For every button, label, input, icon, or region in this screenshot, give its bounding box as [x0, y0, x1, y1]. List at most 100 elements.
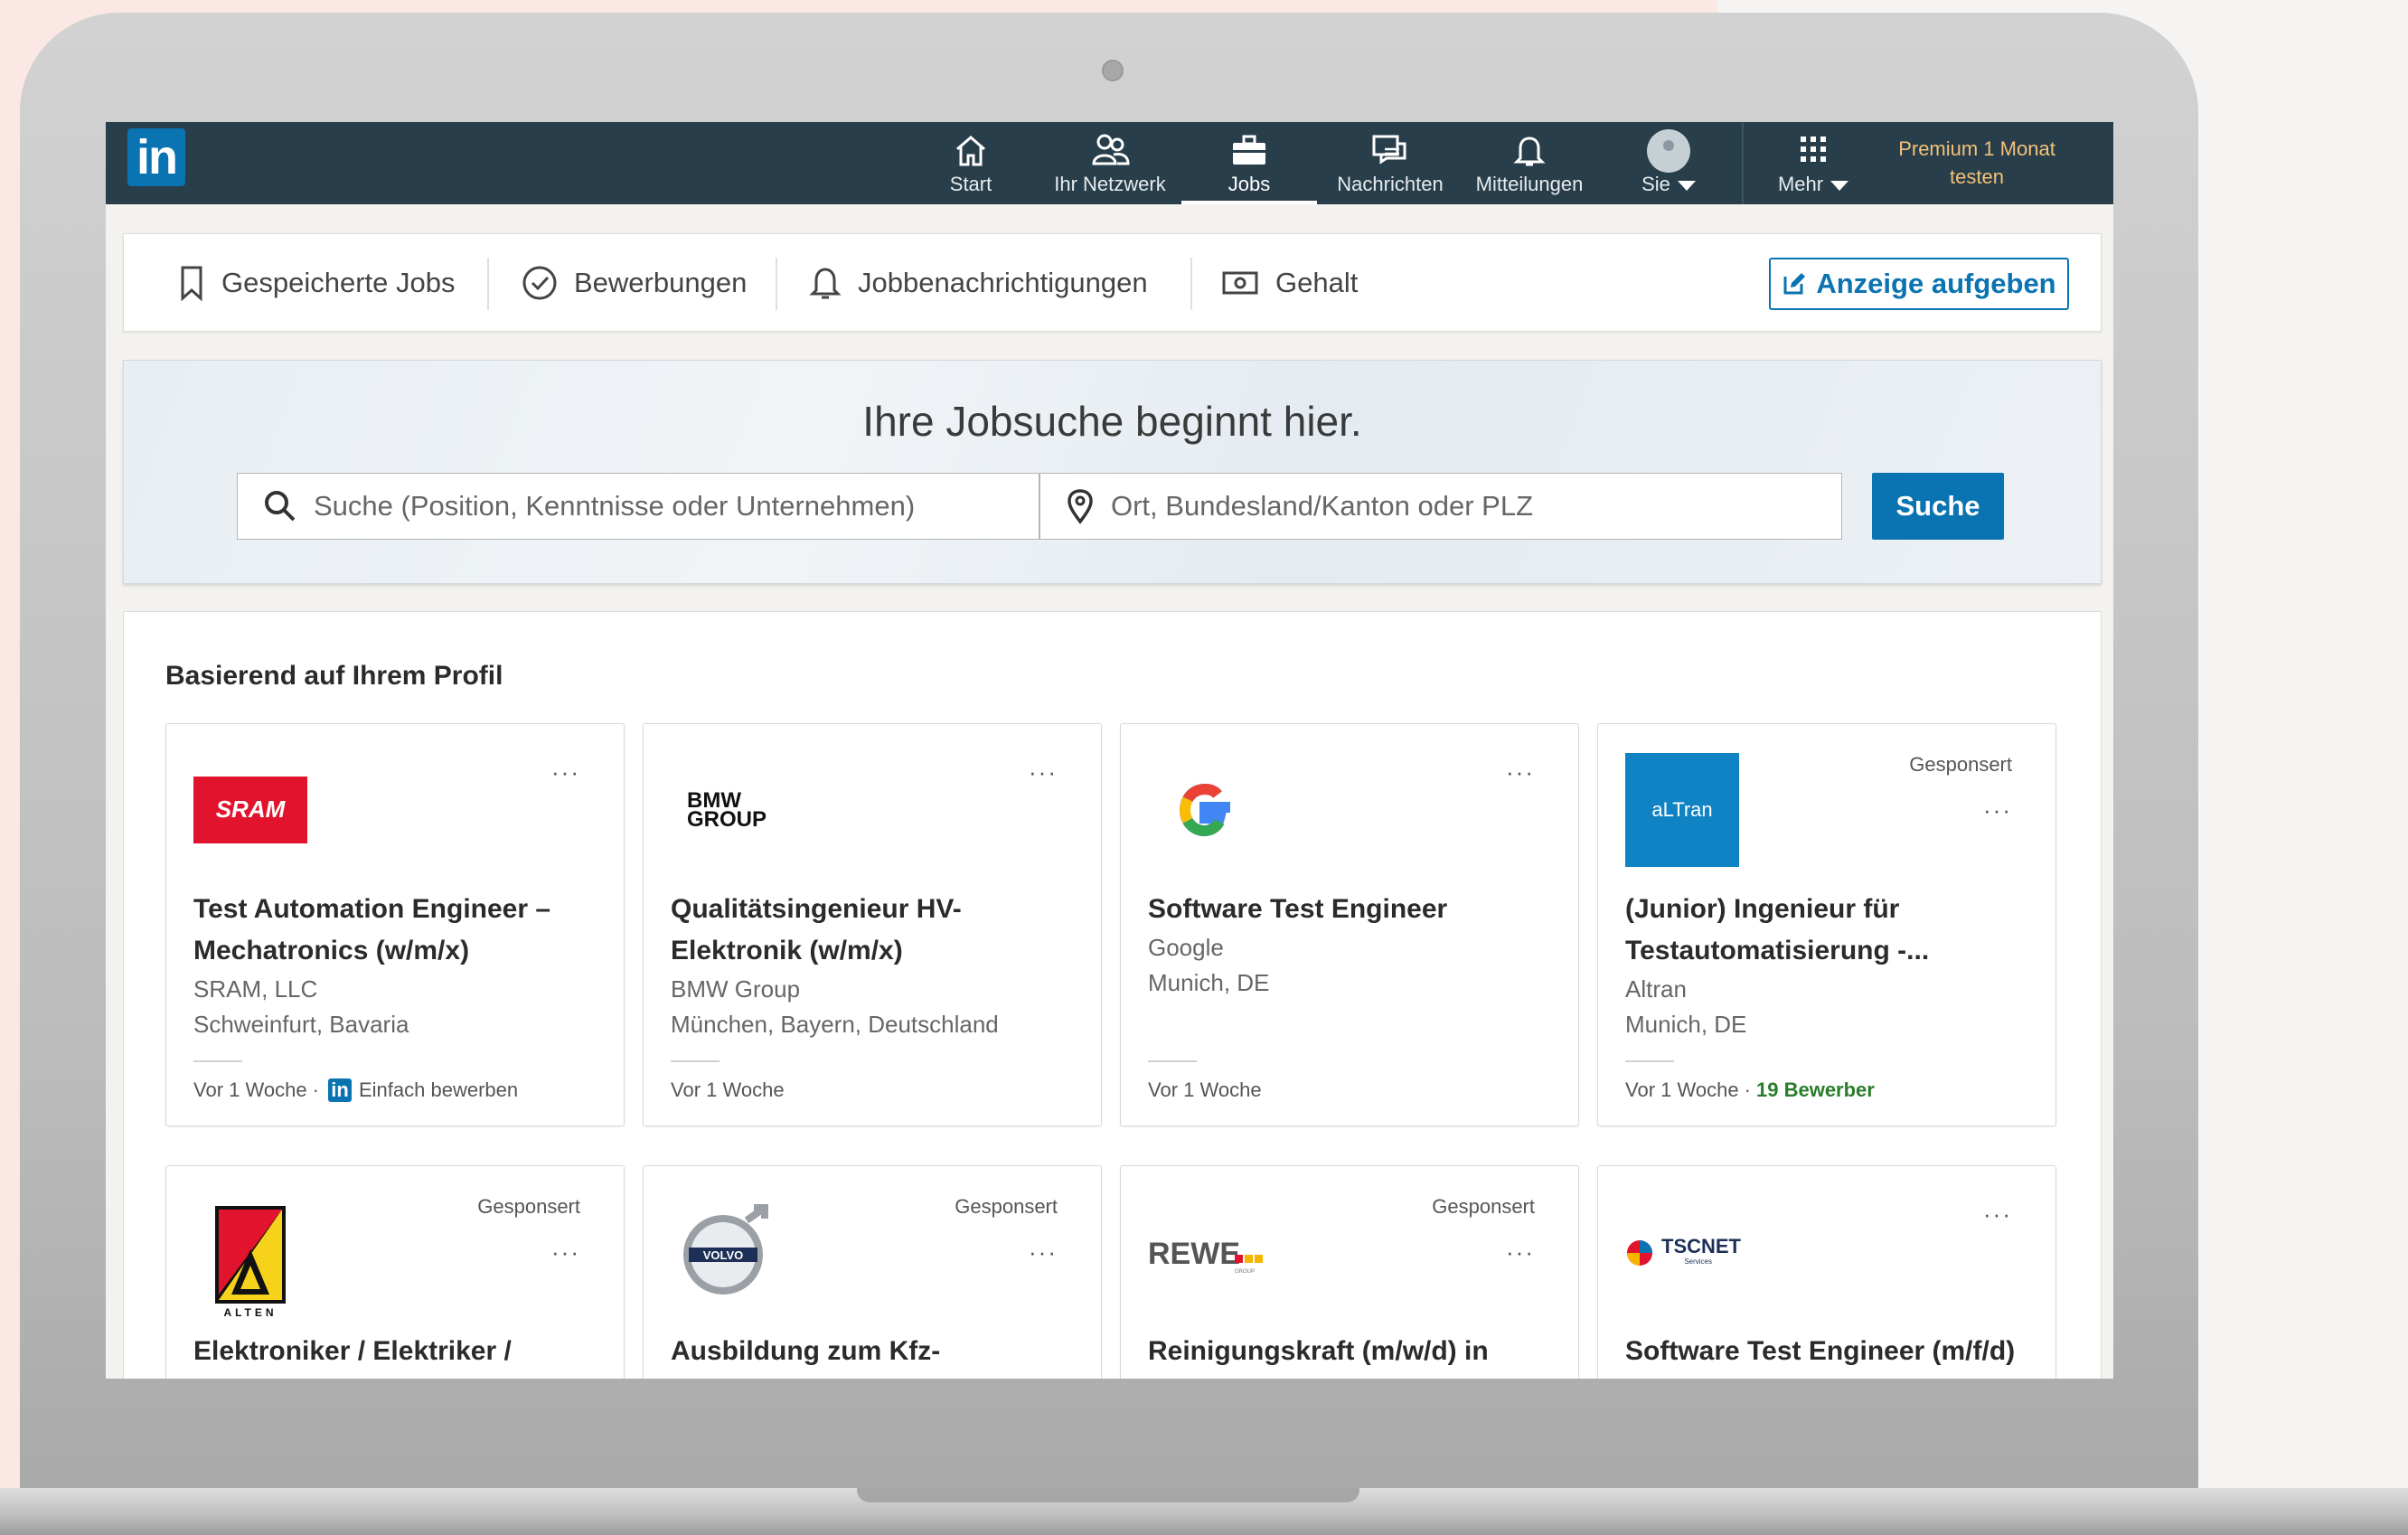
- search-button[interactable]: Suche: [1872, 473, 2004, 540]
- job-title[interactable]: Elektroniker / Elektriker /: [193, 1331, 591, 1372]
- job-title[interactable]: Qualitätsingenieur HV- Elektronik (w/m/x…: [671, 889, 1068, 972]
- more-options-icon[interactable]: ···: [1983, 1201, 2012, 1229]
- job-title-line: Qualitätsingenieur HV-: [671, 894, 962, 924]
- keyword-search-input[interactable]: Suche (Position, Kenntnisse oder Unterne…: [237, 473, 1039, 540]
- divider: [1148, 1060, 1197, 1062]
- job-title-line: Testautomatisierung -...: [1625, 936, 1930, 965]
- more-options-icon[interactable]: ···: [551, 1238, 580, 1267]
- svg-text:aLTran: aLTran: [1651, 798, 1712, 821]
- job-location: Schweinfurt, Bavaria: [193, 1011, 409, 1038]
- network-icon: [1092, 134, 1130, 165]
- tab-separator: [776, 258, 777, 310]
- sponsored-label: Gesponsert: [1432, 1195, 1535, 1218]
- job-card[interactable]: Gesponsert ··· VOLVO Ausbildung zum Kfz-: [643, 1165, 1102, 1379]
- company-logo: G: [1148, 753, 1262, 867]
- job-meta: Vor 1 Woche · in Einfach bewerben: [193, 1078, 518, 1102]
- svg-text:ALTEN: ALTEN: [223, 1306, 277, 1319]
- more-options-icon[interactable]: ···: [1506, 758, 1535, 786]
- nav-messages-label: Nachrichten: [1337, 173, 1444, 195]
- nav-more[interactable]: Mehr: [1745, 122, 1881, 204]
- post-job-button[interactable]: Anzeige aufgeben: [1769, 258, 2069, 310]
- job-card[interactable]: ··· BMW GROUP Qualitätsingenieur HV- Ele…: [643, 723, 1102, 1126]
- svg-text:TSCNET: TSCNET: [1661, 1235, 1742, 1257]
- job-title[interactable]: Software Test Engineer: [1148, 889, 1546, 930]
- company-logo: VOLVO: [671, 1195, 785, 1309]
- company-logo: aLTran: [1625, 753, 1739, 867]
- job-meta: Vor 1 Woche · 19 Bewerber: [1625, 1078, 1875, 1102]
- linkedin-logo[interactable]: in: [127, 128, 185, 186]
- job-title[interactable]: (Junior) Ingenieur für Testautomatisieru…: [1625, 889, 2023, 972]
- altran-logo: aLTran: [1625, 753, 1739, 867]
- sponsored-label: Gesponsert: [1909, 753, 2012, 776]
- results-title: Basierend auf Ihrem Profil: [165, 661, 503, 691]
- briefcase-icon: [1233, 135, 1265, 165]
- nav-network[interactable]: Ihr Netzwerk: [1042, 122, 1178, 204]
- job-title[interactable]: Test Automation Engineer – Mechatronics …: [193, 889, 591, 972]
- laptop-camera: [1102, 60, 1124, 81]
- premium-link[interactable]: Premium 1 Monat testen: [1877, 135, 2076, 191]
- nav-divider: [1742, 122, 1744, 204]
- job-meta: Vor 1 Woche: [671, 1078, 785, 1102]
- tab-separator: [487, 258, 489, 310]
- nav-me[interactable]: Sie: [1601, 122, 1736, 204]
- bell-icon: [809, 267, 842, 298]
- job-results: Basierend auf Ihrem Profil ··· SRAM Test…: [123, 611, 2102, 1379]
- more-options-icon[interactable]: ···: [1029, 758, 1058, 786]
- svg-text:Services: Services: [1684, 1257, 1712, 1266]
- divider: [1625, 1060, 1674, 1062]
- svg-text:REWE: REWE: [1148, 1237, 1240, 1271]
- svg-text:SRAM: SRAM: [216, 796, 287, 823]
- more-options-icon[interactable]: ···: [1506, 1238, 1535, 1267]
- svg-text:GROUP: GROUP: [687, 807, 767, 832]
- laptop-base-notch: [857, 1488, 1359, 1502]
- jobs-subnav: Gespeicherte Jobs Bewerbungen Jobbenachr…: [123, 233, 2102, 332]
- svg-text:G: G: [1205, 861, 1206, 862]
- messages-icon: [1372, 135, 1406, 165]
- sram-logo: SRAM: [193, 777, 307, 843]
- tab-saved-jobs-label: Gespeicherte Jobs: [221, 266, 456, 298]
- money-icon: [1222, 271, 1258, 294]
- keyword-placeholder: Suche (Position, Kenntnisse oder Unterne…: [314, 490, 916, 522]
- nav-jobs[interactable]: Jobs: [1181, 122, 1317, 204]
- tab-job-alerts-label: Jobbenachrichtigungen: [858, 266, 1148, 298]
- tab-salary[interactable]: Gehalt: [1221, 234, 1358, 331]
- company-logo: ALTEN: [193, 1195, 307, 1319]
- nav-network-label: Ihr Netzwerk: [1054, 173, 1166, 195]
- bmw-group-logo: BMW GROUP: [687, 788, 767, 832]
- job-card[interactable]: Gesponsert ··· ALTEN Elektroniker / Elek…: [165, 1165, 625, 1379]
- posted-time: Vor 1 Woche ·: [193, 1078, 319, 1101]
- job-card[interactable]: ··· TSCNET Services Software Test Engine…: [1597, 1165, 2056, 1379]
- more-options-icon[interactable]: ···: [551, 758, 580, 786]
- tab-saved-jobs[interactable]: Gespeicherte Jobs: [178, 234, 455, 331]
- job-card[interactable]: Gesponsert ··· aLTran (Junior) Ingenieur…: [1597, 723, 2056, 1126]
- job-card[interactable]: ··· SRAM Test Automation Engineer – Mech…: [165, 723, 625, 1126]
- company-name: SRAM, LLC: [193, 975, 318, 1003]
- more-options-icon[interactable]: ···: [1029, 1238, 1058, 1267]
- job-title[interactable]: Software Test Engineer (m/f/d): [1625, 1331, 2023, 1372]
- job-title-line: Mechatronics (w/m/x): [193, 936, 470, 965]
- more-options-icon[interactable]: ···: [1983, 796, 2012, 824]
- posted-time: Vor 1 Woche: [1148, 1078, 1262, 1101]
- tab-applications[interactable]: Bewerbungen: [522, 234, 747, 331]
- easy-apply-label: Einfach bewerben: [359, 1078, 519, 1101]
- job-title[interactable]: Ausbildung zum Kfz-: [671, 1331, 1068, 1372]
- nav-messages[interactable]: Nachrichten: [1322, 122, 1458, 204]
- company-logo: REWE GROUP: [1148, 1195, 1263, 1309]
- nav-notifications[interactable]: Mitteilungen: [1462, 122, 1597, 204]
- job-title-line: (Junior) Ingenieur für: [1625, 894, 1900, 924]
- volvo-logo: VOLVO: [683, 1204, 768, 1295]
- tab-job-alerts[interactable]: Jobbenachrichtigungen: [809, 234, 1148, 331]
- location-search-input[interactable]: Ort, Bundesland/Kanton oder PLZ: [1039, 473, 1842, 540]
- job-card[interactable]: Gesponsert ··· REWE GROUP Reinigungskraf…: [1120, 1165, 1579, 1379]
- company-logo: SRAM: [193, 753, 307, 867]
- nav-start[interactable]: Start: [903, 122, 1039, 204]
- job-card[interactable]: ··· G Software Test Engineer Google Muni…: [1120, 723, 1579, 1126]
- job-title[interactable]: Reinigungskraft (m/w/d) in: [1148, 1331, 1546, 1372]
- job-location: Munich, DE: [1148, 969, 1270, 996]
- edit-icon: [1783, 273, 1806, 295]
- job-location: Munich, DE: [1625, 1011, 1747, 1038]
- avatar: [1647, 129, 1690, 173]
- nav-start-label: Start: [949, 173, 992, 195]
- sponsored-label: Gesponsert: [955, 1195, 1058, 1218]
- job-title-line: Software Test Engineer (m/f/d): [1625, 1336, 2016, 1366]
